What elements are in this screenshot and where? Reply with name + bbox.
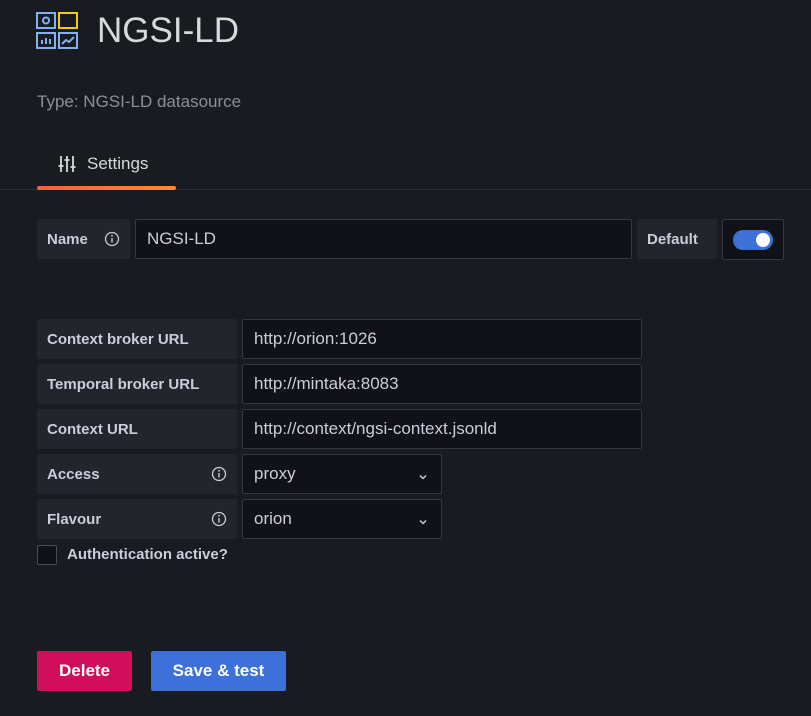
authentication-checkbox[interactable] bbox=[37, 545, 57, 565]
toggle-knob bbox=[756, 233, 770, 247]
info-icon[interactable] bbox=[211, 466, 227, 482]
dashboard-grid-icon bbox=[36, 12, 78, 50]
save-and-test-button[interactable]: Save & test bbox=[151, 651, 286, 691]
active-tab-indicator bbox=[37, 186, 176, 190]
tab-bar: Settings bbox=[0, 140, 811, 190]
temporal-broker-url-input[interactable]: http://mintaka:8083 bbox=[242, 364, 642, 404]
access-select-value: proxy bbox=[254, 464, 296, 483]
sliders-icon bbox=[58, 155, 76, 173]
chevron-down-icon bbox=[417, 513, 429, 525]
name-input[interactable]: NGSI-LD bbox=[135, 219, 632, 259]
chevron-down-icon bbox=[417, 468, 429, 480]
context-url-label: Context URL bbox=[37, 409, 237, 449]
flavour-select-value: orion bbox=[254, 509, 292, 528]
default-toggle[interactable] bbox=[733, 230, 773, 250]
authentication-checkbox-label[interactable]: Authentication active? bbox=[67, 545, 228, 565]
flavour-select[interactable]: orion bbox=[242, 499, 442, 539]
access-label: Access bbox=[37, 454, 237, 494]
context-url-input[interactable]: http://context/ngsi-context.jsonld bbox=[242, 409, 642, 449]
delete-button[interactable]: Delete bbox=[37, 651, 132, 691]
datasource-type: Type: NGSI-LD datasource bbox=[37, 92, 242, 111]
tab-settings[interactable]: Settings bbox=[37, 140, 176, 190]
name-label: Name bbox=[37, 219, 130, 259]
flavour-label: Flavour bbox=[37, 499, 237, 539]
page-title: NGSI-LD bbox=[97, 11, 239, 50]
datasource-settings-page: NGSI-LD Type: NGSI-LD datasource Setting… bbox=[0, 0, 811, 716]
temporal-broker-url-label: Temporal broker URL bbox=[37, 364, 237, 404]
context-broker-url-input[interactable]: http://orion:1026 bbox=[242, 319, 642, 359]
context-broker-url-label: Context broker URL bbox=[37, 319, 237, 359]
default-toggle-container bbox=[722, 219, 784, 260]
default-label: Default bbox=[637, 219, 717, 259]
tab-settings-label: Settings bbox=[87, 154, 149, 173]
access-select[interactable]: proxy bbox=[242, 454, 442, 494]
info-icon[interactable] bbox=[211, 511, 227, 527]
info-icon[interactable] bbox=[104, 231, 120, 247]
